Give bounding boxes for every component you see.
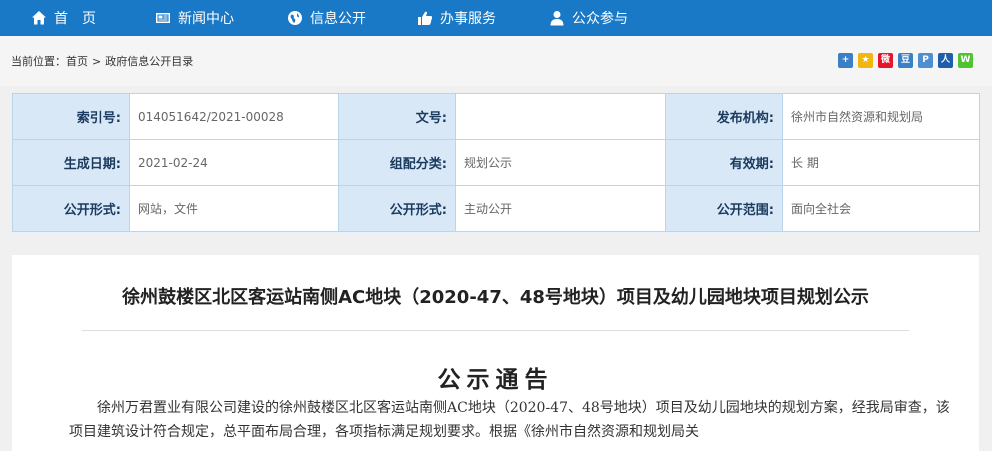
info-value: 2021-02-24 bbox=[129, 139, 339, 186]
breadcrumb-current-link[interactable]: 政府信息公开目录 bbox=[105, 55, 193, 68]
info-value bbox=[455, 93, 666, 140]
nav-item-label: 办事服务 bbox=[440, 11, 496, 27]
info-value: 面向全社会 bbox=[782, 185, 980, 232]
nav-item-label: 公众参与 bbox=[572, 11, 628, 27]
article-content: 徐州鼓楼区北区客运站南侧AC地块（2020-47、48号地块）项目及幼儿园地块项… bbox=[12, 255, 979, 451]
share-renren-icon[interactable]: 人 bbox=[938, 53, 953, 68]
nav-item-label: 信息公开 bbox=[310, 11, 366, 27]
info-value: 规划公示 bbox=[455, 139, 666, 186]
share-pengyou-icon[interactable]: P bbox=[918, 53, 933, 68]
breadcrumb-bar: 当前位置：首页 > 政府信息公开目录 + ★ 微豆 P 人 W bbox=[0, 36, 992, 86]
info-row: 索引号: 014051642/2021-00028 文号: 发布机构: 徐州市自然资源和… bbox=[12, 93, 980, 140]
info-value: 主动公开 bbox=[455, 185, 666, 232]
info-label: 组配分类: bbox=[338, 139, 456, 186]
info-label: 发布机构: bbox=[665, 93, 783, 140]
share-toolbar: + ★ 微豆 P 人 W bbox=[833, 53, 973, 68]
notice-heading: 公示通告 bbox=[437, 367, 554, 393]
info-label: 公开形式: bbox=[12, 185, 130, 232]
breadcrumb-prefix: 当前位置： bbox=[11, 55, 66, 68]
nav-item-services[interactable]: 办事服务 bbox=[417, 0, 496, 36]
share-weibo-icon[interactable]: 微 bbox=[878, 53, 893, 68]
main-nav: 首 页 新闻中心 信息公开 办事服务 公众参与 bbox=[0, 0, 992, 36]
nav-item-participation[interactable]: 公众参与 bbox=[549, 0, 628, 36]
info-label: 公开范围: bbox=[665, 185, 783, 232]
nav-item-news[interactable]: 新闻中心 bbox=[155, 0, 234, 36]
info-value: 长 期 bbox=[782, 139, 980, 186]
news-icon bbox=[156, 13, 170, 23]
nav-item-label: 新闻中心 bbox=[178, 11, 234, 27]
title-divider bbox=[82, 330, 909, 331]
breadcrumb-separator: > bbox=[92, 55, 102, 68]
nav-item-label: 首 页 bbox=[54, 11, 96, 27]
info-value: 徐州市自然资源和规划局 bbox=[782, 93, 980, 140]
share-qzone-icon[interactable]: ★ bbox=[858, 53, 873, 68]
info-label: 文号: bbox=[338, 93, 456, 140]
breadcrumb: 当前位置：首页 > 政府信息公开目录 bbox=[11, 53, 193, 69]
share-wechat-icon[interactable]: W bbox=[958, 53, 973, 68]
home-icon bbox=[32, 11, 46, 25]
globe-icon bbox=[288, 11, 302, 25]
info-row: 生成日期: 2021-02-24 组配分类: 规划公示 有效期: 长 期 bbox=[12, 139, 980, 186]
info-row: 公开形式: 网站，文件 公开形式: 主动公开 公开范围: 面向全社会 bbox=[12, 185, 980, 232]
info-value: 014051642/2021-00028 bbox=[129, 93, 339, 140]
info-label: 公开形式: bbox=[338, 185, 456, 232]
info-value: 网站，文件 bbox=[129, 185, 339, 232]
info-label: 生成日期: bbox=[12, 139, 130, 186]
info-label: 有效期: bbox=[665, 139, 783, 186]
info-table: 索引号: 014051642/2021-00028 文号: 发布机构: 徐州市自然资源和… bbox=[12, 93, 980, 232]
breadcrumb-home-link[interactable]: 首页 bbox=[66, 55, 88, 68]
share-douban-icon[interactable]: 豆 bbox=[898, 53, 913, 68]
info-label: 索引号: bbox=[12, 93, 130, 140]
share-plus-icon[interactable]: + bbox=[838, 53, 853, 68]
article-title: 徐州鼓楼区北区客运站南侧AC地块（2020-47、48号地块）项目及幼儿园地块项… bbox=[122, 287, 869, 308]
nav-item-home[interactable]: 首 页 bbox=[31, 0, 96, 36]
user-icon bbox=[550, 11, 564, 26]
thumbs-up-icon bbox=[418, 11, 433, 25]
article-paragraph: 徐州万君置业有限公司建设的徐州鼓楼区北区客运站南侧AC地块（2020-47、48… bbox=[69, 400, 950, 440]
nav-item-info-disclosure[interactable]: 信息公开 bbox=[287, 0, 366, 36]
